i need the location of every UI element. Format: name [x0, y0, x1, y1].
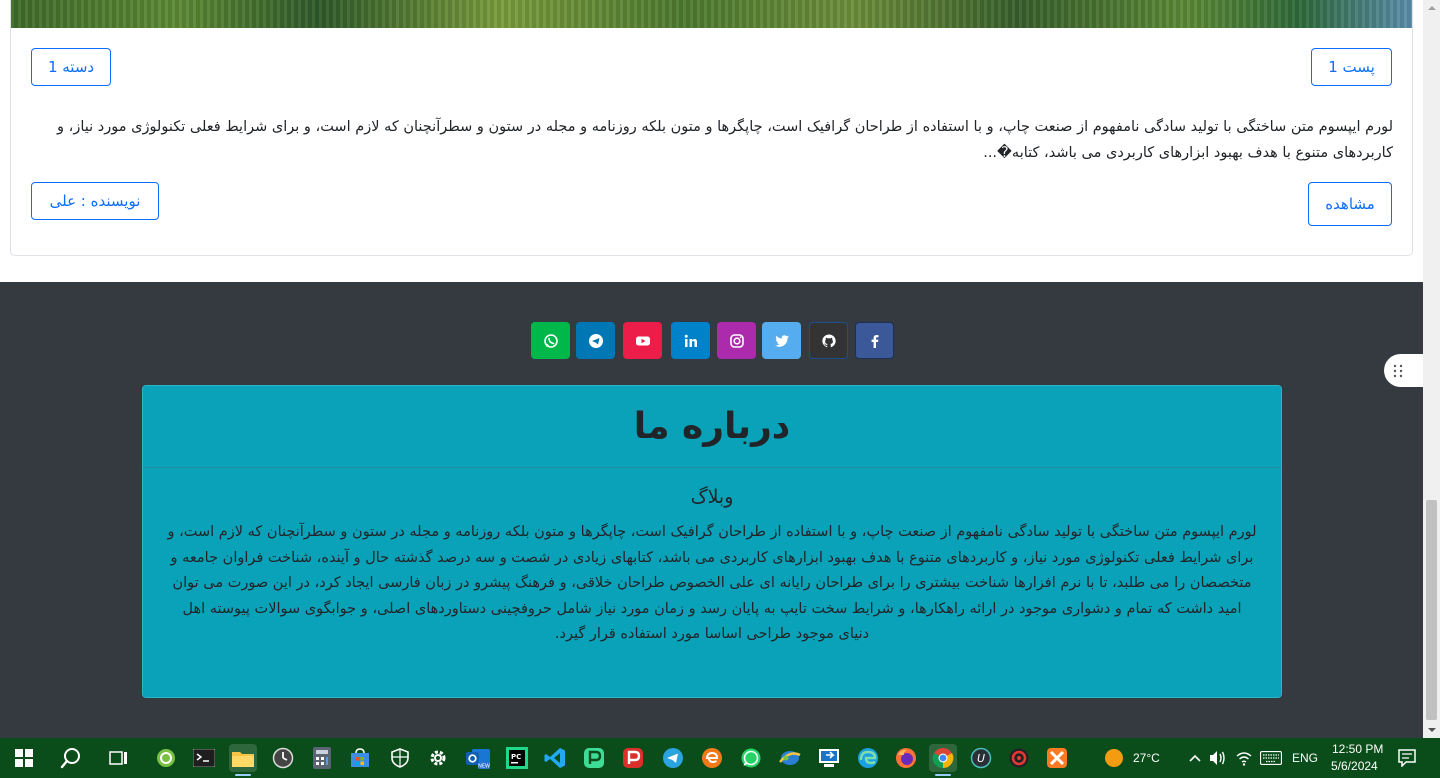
view-button[interactable]: مشاهده	[1308, 182, 1392, 226]
u-app-icon[interactable]: U	[967, 744, 995, 772]
page-viewport: پست 1 دسته 1 لورم ایپسوم متن ساختگی با ت…	[0, 0, 1423, 738]
scroll-up-icon[interactable]	[1423, 0, 1440, 16]
category-button[interactable]: دسته 1	[31, 48, 111, 86]
github-icon[interactable]	[809, 322, 848, 359]
instagram-icon[interactable]	[717, 322, 756, 359]
author-button[interactable]: نویسنده : علی	[31, 182, 159, 220]
pycharm-icon[interactable]: PC	[503, 744, 531, 772]
footer: درباره ما وبلاگ لورم ایپسوم متن ساختگی ب…	[0, 282, 1423, 738]
edge-dev-icon[interactable]	[698, 744, 726, 772]
file-explorer-icon[interactable]	[229, 744, 257, 776]
whatsapp-icon[interactable]	[531, 322, 570, 359]
vscode-icon[interactable]	[541, 744, 569, 772]
youtube-icon[interactable]	[623, 322, 662, 359]
firefox-icon[interactable]	[892, 744, 920, 772]
whatsapp-desktop-icon[interactable]	[737, 744, 765, 772]
terminal-icon[interactable]	[190, 744, 218, 772]
network-app-icon[interactable]	[776, 744, 804, 772]
drag-handle-icon[interactable]	[1384, 354, 1423, 387]
about-header: درباره ما	[143, 386, 1281, 468]
clock-time[interactable]: 12:50 PM	[1332, 742, 1383, 756]
settings-gear-icon[interactable]	[424, 744, 452, 772]
linkedin-icon[interactable]	[671, 322, 710, 359]
search-icon[interactable]	[57, 744, 85, 772]
post-title-button[interactable]: پست 1	[1311, 48, 1392, 86]
windows-start-icon[interactable]	[10, 744, 38, 772]
xampp-icon[interactable]	[1043, 744, 1071, 772]
edge-browser-icon[interactable]	[854, 744, 882, 772]
taskbar: NEW PC U 27°C ENG 12:50 PM 5/6/2024	[0, 738, 1440, 778]
telegram-desktop-icon[interactable]	[659, 744, 687, 772]
store-icon[interactable]	[346, 744, 374, 772]
twitter-icon[interactable]	[762, 322, 801, 359]
clock-app-icon[interactable]	[269, 744, 297, 772]
about-card: درباره ما وبلاگ لورم ایپسوم متن ساختگی ب…	[142, 385, 1282, 698]
xbox-icon[interactable]	[152, 744, 180, 772]
svg-text:NEW: NEW	[478, 764, 490, 770]
svg-text:PC: PC	[511, 753, 521, 761]
remote-desktop-icon[interactable]	[815, 744, 843, 772]
wifi-icon[interactable]	[1230, 744, 1258, 772]
task-view-icon[interactable]	[105, 744, 133, 772]
about-title: درباره ما	[633, 406, 791, 447]
telegram-icon[interactable]	[576, 322, 615, 359]
clock-date[interactable]: 5/6/2024	[1331, 759, 1378, 773]
calculator-icon[interactable]	[308, 744, 336, 772]
scrollbar-thumb[interactable]	[1426, 500, 1437, 720]
about-text: لورم ایپسوم متن ساختگی با تولید سادگی نا…	[167, 524, 1257, 643]
vertical-scrollbar[interactable]	[1423, 0, 1440, 738]
language-indicator[interactable]: ENG	[1292, 751, 1318, 765]
post-card: پست 1 دسته 1 لورم ایپسوم متن ساختگی با ت…	[10, 0, 1413, 256]
scroll-down-icon[interactable]	[1423, 722, 1440, 738]
weather-temperature[interactable]: 27°C	[1133, 751, 1160, 765]
notification-icon[interactable]	[1393, 744, 1421, 772]
chrome-icon[interactable]	[929, 744, 957, 776]
red-app-icon[interactable]	[1005, 744, 1033, 772]
p-app-icon[interactable]	[619, 744, 647, 772]
keyboard-icon[interactable]	[1257, 744, 1285, 772]
volume-icon[interactable]	[1204, 744, 1232, 772]
weather-sun-icon[interactable]	[1100, 744, 1128, 772]
svg-text:U: U	[977, 752, 985, 765]
post-excerpt: لورم ایپسوم متن ساختگی با تولید سادگی نا…	[57, 119, 1393, 161]
pycharm-edu-icon[interactable]	[580, 744, 608, 772]
outlook-icon[interactable]: NEW	[464, 744, 492, 772]
post-image	[11, 0, 1412, 28]
facebook-icon[interactable]	[855, 322, 894, 359]
security-shield-icon[interactable]	[386, 744, 414, 772]
about-subtitle: وبلاگ	[690, 486, 734, 508]
